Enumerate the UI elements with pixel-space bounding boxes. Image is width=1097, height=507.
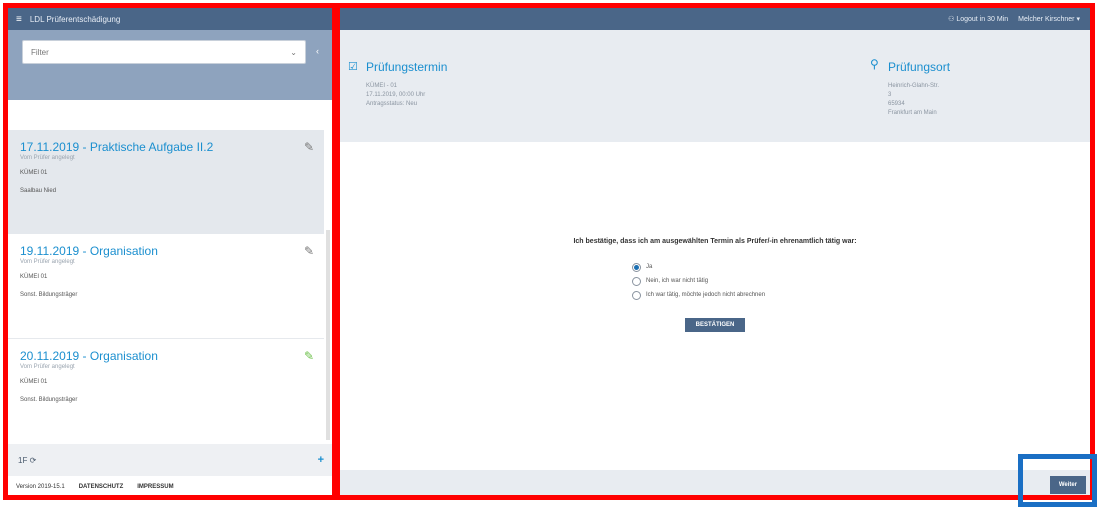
weiter-button[interactable]: Weiter — [1050, 476, 1086, 494]
annotation-frame-left — [3, 3, 337, 500]
annotation-frame-right — [335, 3, 1095, 500]
